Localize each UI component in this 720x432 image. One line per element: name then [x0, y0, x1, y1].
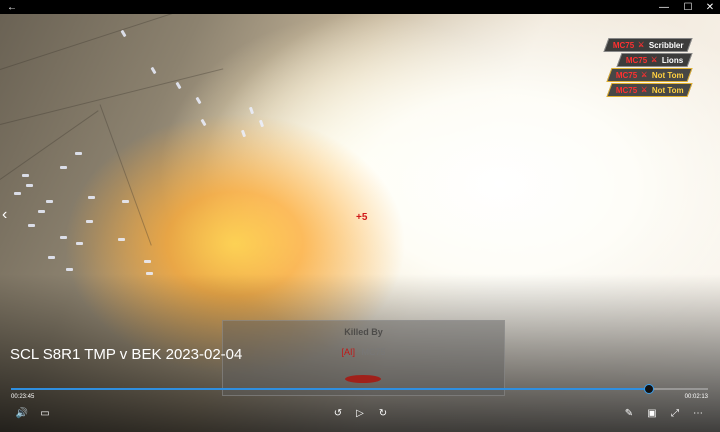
previous-arrow-icon[interactable]: ‹ [2, 206, 7, 224]
floor-line [0, 68, 224, 125]
miniview-icon[interactable]: ▣ [644, 406, 660, 420]
floor-light [175, 81, 182, 90]
killfeed-attacker: MC75 [612, 40, 635, 50]
floor-light [66, 268, 73, 271]
killfeed-victim: Not Tom [651, 70, 683, 80]
floor-light [118, 238, 125, 241]
edit-icon[interactable]: ✎ [621, 406, 637, 420]
floor-light [22, 174, 29, 177]
elapsed-time: 00:23:45 [11, 394, 35, 400]
killfeed-entry: MC75 ⚔ Lions [616, 53, 693, 67]
weapon-icon: ⚔ [640, 87, 648, 94]
killfeed-victim: Lions [661, 55, 683, 65]
floor-line [0, 14, 191, 70]
killfeed-attacker: MC75 [615, 70, 637, 80]
killed-by-panel: Killed By [AI] MC75 [222, 320, 505, 396]
killer-line: [AI] MC75 [223, 347, 504, 357]
floor-light [60, 166, 67, 169]
weapon-icon: ⚔ [651, 57, 658, 64]
floor-light [258, 119, 265, 128]
back-icon[interactable]: ← [0, 0, 24, 14]
floor-light [195, 96, 202, 105]
killfeed-attacker: MC75 [615, 85, 637, 95]
weapon-icon: ⚔ [640, 72, 648, 79]
killfeed-entry: MC75 ⚔ Not Tom [605, 68, 693, 82]
captions-icon[interactable]: ▭ [37, 406, 53, 420]
killed-by-label: Killed By [344, 327, 383, 337]
video-title: SCL S8R1 TMP v BEK 2023-02-04 [10, 346, 243, 363]
weapon-icon: ⚔ [638, 42, 645, 49]
score-popup: +5 [356, 212, 368, 223]
seek-thumb[interactable] [643, 384, 654, 394]
play-icon[interactable]: ▷ [352, 406, 368, 420]
maximize-icon[interactable]: ☐ [676, 0, 700, 14]
floor-light [38, 210, 45, 213]
killfeed-attacker: MC75 [626, 55, 648, 65]
killer-tag: [AI] [341, 347, 355, 357]
floor-light [248, 106, 255, 115]
window-titlebar: ← — ☐ ✕ [0, 0, 720, 14]
floor-light [88, 196, 95, 199]
close-icon[interactable]: ✕ [698, 0, 720, 14]
floor-light [48, 256, 55, 259]
floor-light [75, 152, 82, 155]
floor-light [150, 66, 157, 75]
seek-progress [11, 388, 649, 390]
killer-name: MC75 [361, 347, 386, 357]
killer-emblem [345, 375, 381, 383]
skip-forward-icon[interactable]: ↻ [375, 406, 391, 420]
floor-light [28, 224, 35, 227]
killfeed-victim: Not Tom [651, 85, 683, 95]
floor-light [60, 236, 67, 239]
floor-light [14, 192, 21, 195]
floor-light [144, 260, 151, 263]
remaining-time: 00:02:13 [684, 394, 708, 400]
volume-icon[interactable]: 🔊 [14, 406, 30, 420]
floor-light [86, 220, 93, 223]
floor-light [240, 129, 247, 138]
floor-light [200, 118, 207, 127]
floor-light [120, 29, 127, 38]
killfeed-victim: Scribbler [648, 40, 683, 50]
floor-light [26, 184, 33, 187]
seek-bar[interactable] [11, 384, 708, 394]
floor-light [46, 200, 53, 203]
skip-back-icon[interactable]: ↺ [330, 406, 346, 420]
killfeed-entry: MC75 ⚔ Not Tom [605, 83, 693, 97]
killfeed-entry: MC75 ⚔ Scribbler [603, 38, 693, 52]
floor-line [99, 104, 152, 246]
fullscreen-icon[interactable]: ⤢ [667, 406, 683, 420]
floor-light [76, 242, 83, 245]
floor-light [122, 200, 129, 203]
more-icon[interactable]: ⋯ [690, 406, 706, 420]
minimize-icon[interactable]: — [652, 0, 676, 14]
